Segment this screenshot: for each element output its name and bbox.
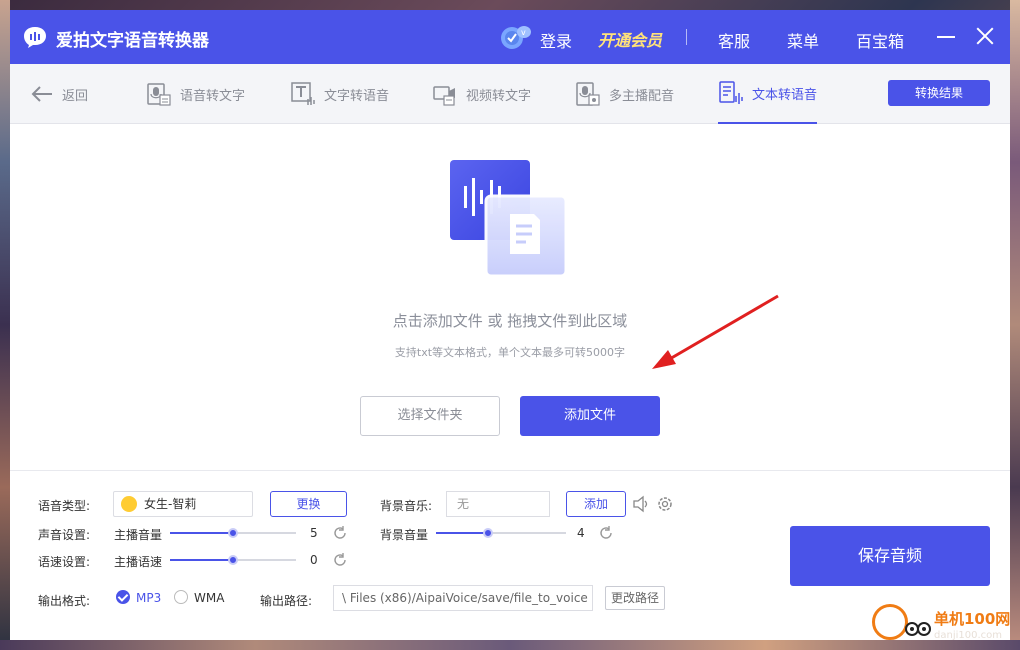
tab-text-to-speech[interactable]: 文字转语音 bbox=[290, 64, 389, 124]
mp3-label[interactable]: MP3 bbox=[136, 591, 161, 605]
anchor-speed-label: 主播语速 bbox=[114, 555, 163, 569]
bgm-field[interactable]: 无 bbox=[446, 491, 550, 517]
tab-multi-voice[interactable]: 多主播配音 bbox=[575, 64, 674, 124]
anchor-speed-value: 0 bbox=[310, 553, 318, 567]
menu-link[interactable]: 菜单 bbox=[787, 28, 819, 52]
add-bgm-button[interactable]: 添加 bbox=[566, 491, 626, 517]
reset-icon[interactable] bbox=[332, 552, 348, 568]
tab-speech-to-text[interactable]: 语音转文字 bbox=[146, 64, 245, 124]
voice-type-label: 语音类型: bbox=[38, 499, 91, 513]
voice-value: 女生-智莉 bbox=[144, 497, 197, 511]
upload-illustration-icon[interactable] bbox=[448, 160, 570, 280]
tab-label: 文本转语音 bbox=[752, 87, 818, 103]
slider-handle[interactable] bbox=[483, 528, 493, 538]
title-bar: 爱拍文字语音转换器 v 登录 开通会员 客服 菜单 百宝箱 bbox=[10, 10, 1010, 64]
desktop-background-left bbox=[0, 0, 10, 650]
vip-link[interactable]: 开通会员 bbox=[598, 27, 662, 51]
speed-settings-label: 语速设置: bbox=[38, 555, 91, 569]
red-arrow-annotation bbox=[652, 294, 779, 369]
wma-radio[interactable] bbox=[174, 590, 188, 604]
anchor-volume-value: 5 bbox=[310, 526, 318, 540]
save-audio-button[interactable]: 保存音频 bbox=[790, 526, 990, 586]
add-file-button[interactable]: 添加文件 bbox=[520, 396, 660, 436]
speaker-icon[interactable] bbox=[632, 495, 650, 513]
change-path-button[interactable]: 更改路径 bbox=[605, 586, 665, 610]
conversion-result-button[interactable]: 转换结果 bbox=[888, 80, 990, 106]
tab-video-to-text[interactable]: 视频转文字 bbox=[432, 64, 531, 124]
output-format-label: 输出格式: bbox=[38, 594, 91, 608]
wma-label[interactable]: WMA bbox=[194, 591, 224, 605]
svg-text:v: v bbox=[521, 28, 526, 37]
voice-avatar bbox=[121, 496, 137, 512]
tab-label: 多主播配音 bbox=[609, 88, 675, 104]
watermark-brand: 单机100网 bbox=[934, 610, 1011, 628]
close-icon[interactable] bbox=[974, 25, 996, 47]
app-title: 爱拍文字语音转换器 bbox=[56, 31, 209, 51]
slider-handle[interactable] bbox=[228, 555, 238, 565]
select-folder-button[interactable]: 选择文件夹 bbox=[360, 396, 500, 436]
sound-settings-label: 声音设置: bbox=[38, 528, 91, 542]
settings-divider bbox=[10, 470, 1010, 471]
minimize-icon[interactable] bbox=[935, 25, 957, 47]
video-icon bbox=[433, 86, 455, 106]
app-window: 爱拍文字语音转换器 v 登录 开通会员 客服 菜单 百宝箱 返回 语音转文字 文… bbox=[10, 10, 1010, 640]
site-watermark: 单机100网 danji100.com bbox=[862, 596, 1020, 650]
drop-hint-subtitle: 支持txt等文本格式，单个文本最多可转5000字 bbox=[394, 346, 626, 359]
anchor-volume-slider[interactable] bbox=[170, 526, 296, 540]
anchor-volume-label: 主播音量 bbox=[114, 528, 163, 542]
toolbox-link[interactable]: 百宝箱 bbox=[856, 28, 904, 52]
watermark-url: danji100.com bbox=[934, 630, 1002, 641]
bg-volume-slider[interactable] bbox=[436, 526, 566, 540]
app-logo-icon bbox=[24, 27, 46, 48]
output-path-field[interactable]: \ Files (x86)/AipaiVoice/save/file_to_vo… bbox=[333, 585, 593, 611]
mp3-radio[interactable] bbox=[116, 590, 130, 604]
slider-handle[interactable] bbox=[228, 528, 238, 538]
gear-icon[interactable] bbox=[656, 495, 674, 513]
user-avatar-icon[interactable]: v bbox=[498, 24, 532, 50]
desktop-background-right bbox=[1010, 0, 1020, 650]
bg-volume-value: 4 bbox=[577, 526, 585, 540]
change-voice-button[interactable]: 更换 bbox=[270, 491, 347, 517]
back-label: 返回 bbox=[62, 88, 89, 104]
voice-type-field[interactable]: 女生-智莉 bbox=[113, 491, 253, 517]
output-path-label: 输出路径: bbox=[260, 594, 313, 608]
tab-label: 视频转文字 bbox=[466, 88, 532, 104]
arrow-left-icon bbox=[31, 86, 52, 102]
tab-text-file-to-speech[interactable]: 文本转语音 bbox=[718, 64, 818, 124]
bgm-label: 背景音乐: bbox=[380, 499, 433, 513]
watermark-glasses-icon bbox=[905, 622, 931, 636]
login-link[interactable]: 登录 bbox=[540, 28, 572, 52]
anchor-speed-slider[interactable] bbox=[170, 553, 296, 567]
tab-label: 文字转语音 bbox=[324, 88, 390, 104]
customer-service-link[interactable]: 客服 bbox=[718, 28, 750, 52]
text-file-icon bbox=[719, 81, 743, 104]
function-nav-bar: 返回 语音转文字 文字转语音 视频转文字 多主播配音 文本转语音 转换结果 bbox=[10, 64, 1010, 124]
drop-hint-title[interactable]: 点击添加文件 或 拖拽文件到此区域 bbox=[10, 310, 1010, 331]
back-button[interactable]: 返回 bbox=[30, 64, 88, 124]
multi-voice-icon bbox=[576, 82, 600, 106]
mic-doc-icon bbox=[147, 83, 171, 106]
reset-icon[interactable] bbox=[598, 525, 614, 541]
watermark-logo bbox=[872, 604, 908, 640]
text-t-icon bbox=[291, 82, 315, 105]
bg-volume-label: 背景音量 bbox=[380, 528, 429, 542]
tab-label: 语音转文字 bbox=[180, 88, 246, 104]
titlebar-divider bbox=[686, 29, 687, 45]
reset-icon[interactable] bbox=[332, 525, 348, 541]
